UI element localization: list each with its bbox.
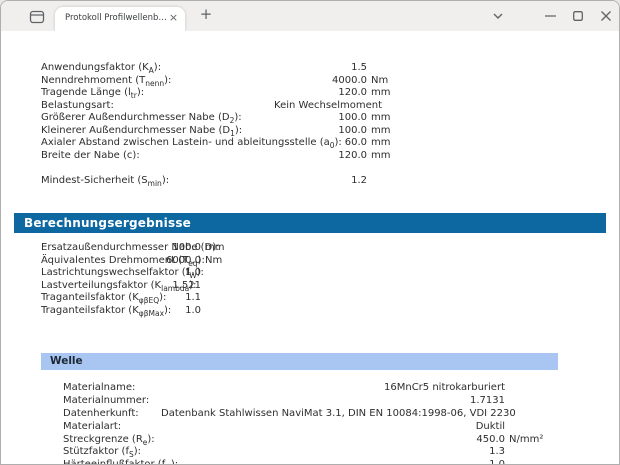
row-value: 100.0 bbox=[61, 242, 201, 253]
row-label: Materialart: bbox=[63, 421, 121, 432]
row-label: Stützfaktor (fS): bbox=[63, 446, 141, 457]
shaft-material-table: Materialname:16MnCr5 nitrokarburiertMate… bbox=[1, 382, 619, 465]
row-value: 120.0 bbox=[161, 87, 367, 98]
row-value: 1.0 bbox=[61, 267, 201, 278]
table-row: Materialart: Duktil bbox=[1, 421, 619, 434]
table-row: Breite der Nabe (c): 120.0 mm bbox=[1, 150, 619, 163]
row-label: Mindest-Sicherheit (Smin): bbox=[41, 175, 169, 186]
row-unit: mm bbox=[371, 125, 390, 136]
row-unit: mm bbox=[371, 150, 390, 161]
tab-actions-icon[interactable] bbox=[29, 9, 45, 23]
table-row: Streckgrenze (Re): 450.0 N/mm² bbox=[1, 434, 619, 447]
row-label: Nenndrehmoment (Tnenn): bbox=[41, 75, 171, 86]
row-value: 6000.0 bbox=[61, 255, 201, 266]
table-row: Traganteilsfaktor (KφβMax):1.0 bbox=[1, 305, 619, 318]
row-label: Anwendungsfaktor (KA): bbox=[41, 62, 161, 73]
row-value: 60.0 bbox=[161, 137, 367, 148]
table-row: Mindest-Sicherheit (Smin):1.2 bbox=[1, 175, 619, 188]
table-row: Stützfaktor (fS): 1.3 bbox=[1, 446, 619, 459]
results-table: Ersatzaußendurchmesser Nabe (D):100.0mmÄ… bbox=[1, 242, 619, 317]
row-unit: mm bbox=[371, 137, 390, 148]
row-value: 1.3 bbox=[161, 446, 505, 457]
minimize-button[interactable] bbox=[535, 1, 565, 30]
row-value: 120.0 bbox=[161, 150, 367, 161]
table-row: Lastrichtungswechselfaktor (fW):1.0 bbox=[1, 267, 619, 280]
input-parameters-table: Anwendungsfaktor (KA):1.5Nenndrehmoment … bbox=[1, 62, 619, 188]
row-label: Belastungsart: bbox=[41, 100, 114, 111]
section-header-shaft: Welle bbox=[41, 353, 558, 370]
row-value: 16MnCr5 nitrokarburiert bbox=[161, 382, 505, 393]
row-value: 1.0 bbox=[61, 305, 201, 316]
row-value: 1.1 bbox=[61, 292, 201, 303]
row-label: Streckgrenze (Re): bbox=[63, 434, 155, 445]
table-row: Härteeinflußfaktor (fH):1.0 bbox=[1, 459, 619, 465]
row-value: 1.7131 bbox=[161, 395, 505, 406]
table-row: Tragende Länge (ltr): 120.0 mm bbox=[1, 87, 619, 100]
table-row: Anwendungsfaktor (KA):1.5 bbox=[1, 62, 619, 75]
maximize-button[interactable] bbox=[563, 1, 593, 30]
table-row: Lastverteilungsfaktor (Klambda):1.521 bbox=[1, 280, 619, 293]
browser-tab[interactable]: Protokoll Profilwellenberechnung n × bbox=[55, 7, 185, 31]
table-row: Ersatzaußendurchmesser Nabe (D):100.0mm bbox=[1, 242, 619, 255]
row-value: 100.0 bbox=[161, 125, 367, 136]
row-value: Datenbank Stahlwissen NaviMat 3.1, DIN E… bbox=[161, 408, 505, 419]
table-row: Datenherkunft: Datenbank Stahlwissen Navi… bbox=[1, 408, 619, 421]
row-value: 1.2 bbox=[161, 175, 367, 186]
row-label: Materialnummer: bbox=[63, 395, 149, 406]
row-label: Datenherkunft: bbox=[63, 408, 139, 419]
row-value: Duktil bbox=[161, 421, 505, 432]
table-row: Materialnummer: 1.7131 bbox=[1, 395, 619, 408]
row-unit: Nm bbox=[205, 255, 222, 266]
row-value: 1.0 bbox=[161, 459, 505, 465]
tab-bar: Protokoll Profilwellenberechnung n × + bbox=[1, 1, 619, 31]
row-value: 100.0 bbox=[161, 112, 367, 123]
close-button[interactable] bbox=[591, 1, 620, 30]
row-unit: Nm bbox=[371, 75, 388, 86]
table-row: Größerer Außendurchmesser Nabe (D2):100.… bbox=[1, 112, 619, 125]
row-value: 1.5 bbox=[161, 62, 367, 73]
table-row: Äquivalentes Drehmoment (Teq):6000.0Nm bbox=[1, 255, 619, 268]
table-row: Traganteilsfaktor (KφβEQ):1.1 bbox=[1, 292, 619, 305]
row-label: Tragende Länge (ltr): bbox=[41, 87, 144, 98]
tab-close-icon[interactable]: × bbox=[167, 12, 180, 25]
row-value: 450.0 bbox=[161, 434, 505, 445]
table-row: Belastungsart: Kein Wechselmoment bbox=[1, 100, 619, 113]
table-row: Axialer Abstand zwischen Lastein- und ab… bbox=[1, 137, 619, 150]
tab-title: Protokoll Profilwellenberechnung n bbox=[65, 13, 167, 23]
report-page: Anwendungsfaktor (KA):1.5Nenndrehmoment … bbox=[1, 31, 619, 464]
table-row: Materialname: 16MnCr5 nitrokarburiert bbox=[1, 382, 619, 395]
row-unit: mm bbox=[205, 242, 224, 253]
section-header-results: Berechnungsergebnisse bbox=[14, 213, 606, 233]
table-row: Nenndrehmoment (Tnenn):4000.0 Nm bbox=[1, 75, 619, 88]
row-label: Breite der Nabe (c): bbox=[41, 150, 140, 161]
browser-window: Protokoll Profilwellenberechnung n × + A… bbox=[0, 0, 620, 465]
row-value: 1.521 bbox=[61, 280, 201, 291]
row-value: 4000.0 bbox=[161, 75, 367, 86]
row-unit: mm bbox=[371, 87, 390, 98]
new-tab-button[interactable]: + bbox=[197, 6, 215, 24]
row-unit: N/mm² bbox=[509, 434, 543, 445]
row-unit: mm bbox=[371, 112, 390, 123]
tab-list-chevron-down-icon[interactable] bbox=[483, 1, 513, 30]
row-label: Materialname: bbox=[63, 382, 135, 393]
row-value: Kein Wechselmoment bbox=[161, 100, 382, 111]
table-row: Kleinerer Außendurchmesser Nabe (D1):100… bbox=[1, 125, 619, 138]
